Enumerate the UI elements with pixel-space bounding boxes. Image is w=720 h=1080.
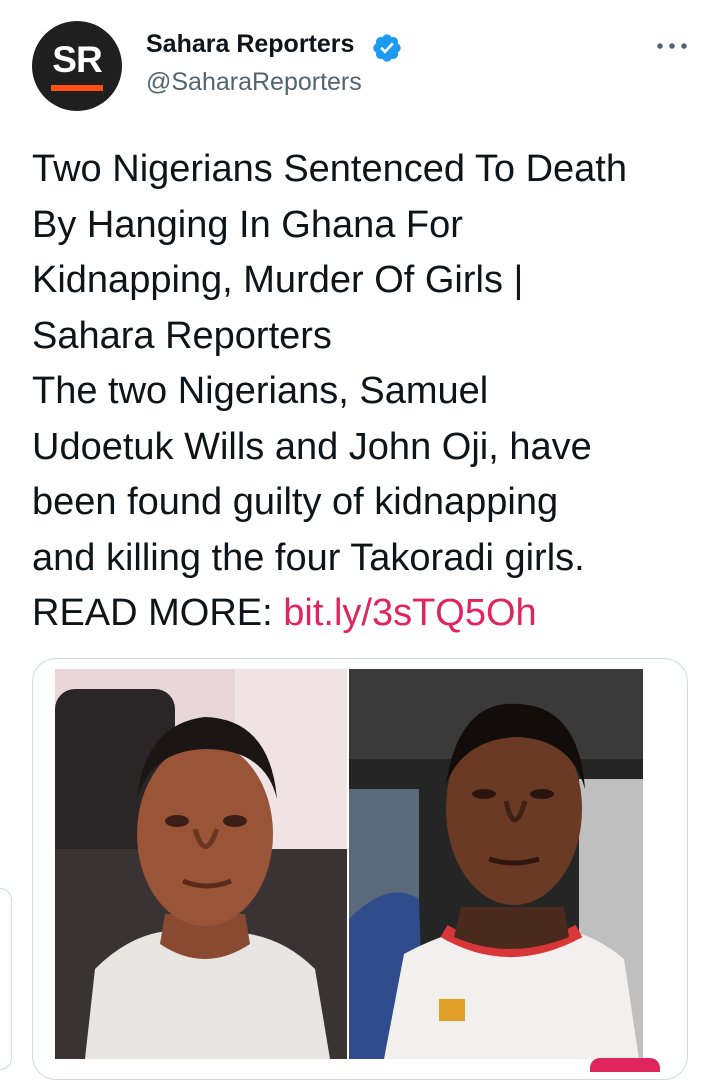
- tweet-line: By Hanging In Ghana For: [32, 203, 463, 246]
- tweet-line: Two Nigerians Sentenced To Death: [32, 148, 627, 190]
- avatar[interactable]: SR: [32, 21, 122, 111]
- user-handle[interactable]: @SaharaReporters: [146, 68, 362, 97]
- tweet-text: Two Nigerians Sentenced To Death By Hang…: [32, 142, 700, 642]
- read-more-line: READ MORE: bit.ly/3sTQ5Oh: [32, 586, 700, 642]
- side-panel-edge: [0, 888, 12, 1070]
- media-card[interactable]: [32, 658, 688, 1080]
- tweet-line: Kidnapping, Murder Of Girls |: [32, 259, 524, 301]
- photo-portrait-left[interactable]: [55, 669, 347, 1059]
- tweet-line: Sahara Reporters: [32, 314, 332, 357]
- avatar-logo-bar: [51, 85, 103, 91]
- read-more-label: READ MORE:: [32, 592, 284, 634]
- tweet-line: Udoetuk Wills and John Oji, have: [32, 425, 592, 468]
- tweet-line: and killing the four Takoradi girls.: [32, 536, 585, 579]
- verified-badge-icon: [373, 34, 401, 62]
- more-options-icon[interactable]: [652, 36, 692, 56]
- article-link[interactable]: bit.ly/3sTQ5Oh: [283, 592, 536, 634]
- avatar-logo-text: SR: [52, 39, 102, 80]
- tweet-line: The two Nigerians, Samuel: [32, 370, 489, 412]
- display-name[interactable]: Sahara Reporters: [146, 30, 354, 59]
- tweet-line: been found guilty of kidnapping: [32, 481, 559, 523]
- bottom-indicator: [590, 1058, 660, 1072]
- photo-portrait-right[interactable]: [349, 669, 643, 1059]
